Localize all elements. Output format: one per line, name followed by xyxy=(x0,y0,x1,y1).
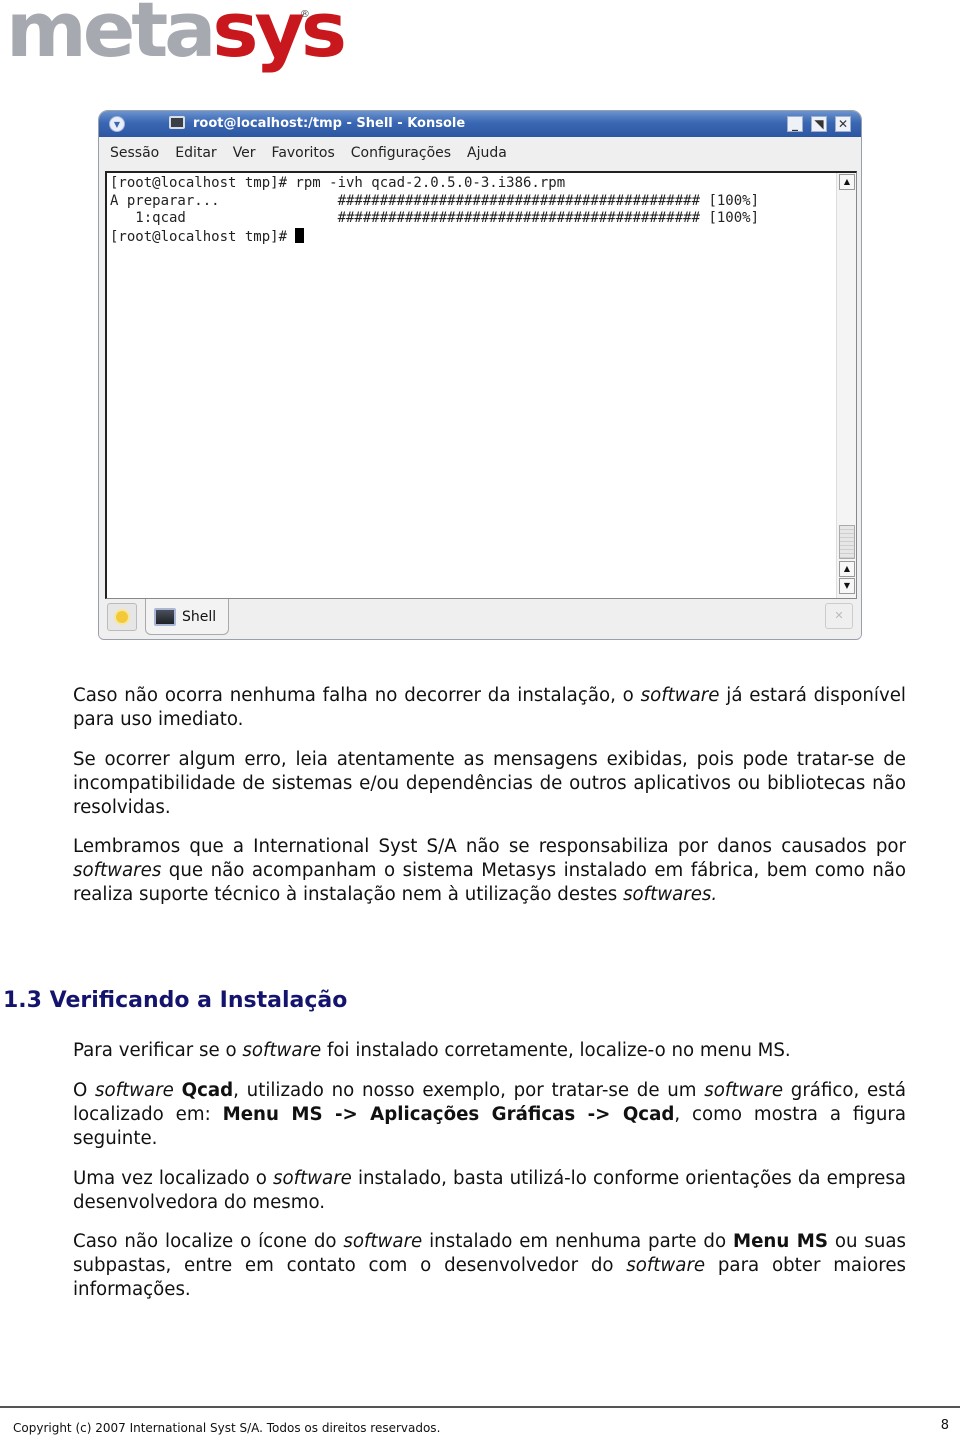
menu-ajuda[interactable]: Ajuda xyxy=(467,145,507,161)
terminal-app-icon xyxy=(169,116,185,129)
terminal-area[interactable]: [root@localhost tmp]# rpm -ivh qcad-2.0.… xyxy=(105,171,857,599)
text: Uma vez localizado o xyxy=(73,1168,274,1189)
paragraph-disclaimer: Lembramos que a International Syst S/A n… xyxy=(73,835,906,906)
copyright-text: Copyright (c) 2007 International Syst S/… xyxy=(13,1421,441,1435)
menu-configuracoes[interactable]: Configurações xyxy=(351,145,451,161)
konsole-window-screenshot: ▼ root@localhost:/tmp - Shell - Konsole … xyxy=(98,110,862,640)
italic-term: softwares. xyxy=(623,883,718,905)
metasys-logo: metasys ® xyxy=(6,0,347,68)
tab-bar: Shell ✕ xyxy=(99,599,861,639)
italic-term: software xyxy=(626,1254,706,1276)
scroll-thumb[interactable] xyxy=(839,525,855,559)
paragraph-location: O software Qcad, utilizado no nosso exem… xyxy=(73,1079,906,1150)
text: O xyxy=(73,1080,96,1101)
terminal-prompt: [root@localhost tmp]# xyxy=(110,228,296,245)
italic-term: softwares xyxy=(73,859,162,881)
scroll-up-arrow-icon[interactable]: ▲ xyxy=(839,174,855,190)
paragraph-contact: Caso não localize o ícone do software in… xyxy=(73,1230,906,1301)
vertical-scrollbar[interactable]: ▲ ▲ ▼ xyxy=(836,173,856,598)
menu-path: Menu MS -> Aplicações Gráficas -> Qcad xyxy=(222,1103,675,1125)
terminal-line: A preparar... ##########################… xyxy=(110,192,760,209)
menu-ver[interactable]: Ver xyxy=(233,145,256,161)
minimize-button[interactable]: _ xyxy=(787,116,803,132)
footer-divider xyxy=(0,1406,960,1408)
window-menu-icon[interactable]: ▼ xyxy=(109,116,125,132)
paragraph-error: Se ocorrer algum erro, leia atentamente … xyxy=(73,749,906,818)
text xyxy=(174,1080,182,1101)
italic-term: software xyxy=(343,1231,423,1252)
new-session-icon xyxy=(116,611,128,623)
bold-term: Menu MS xyxy=(732,1231,828,1252)
terminal-output: [root@localhost tmp]# rpm -ivh qcad-2.0.… xyxy=(110,175,759,246)
menu-sessao[interactable]: Sessão xyxy=(110,145,159,161)
italic-term: software xyxy=(273,1168,352,1189)
text: foi instalado corretamente, localize-o n… xyxy=(321,1040,791,1061)
italic-term: software xyxy=(640,685,720,706)
menu-favoritos[interactable]: Favoritos xyxy=(272,145,335,161)
scroll-down-button[interactable]: ▼ xyxy=(839,578,855,594)
page-number: 8 xyxy=(940,1418,949,1433)
new-session-button[interactable] xyxy=(107,603,137,631)
tab-label: Shell xyxy=(182,608,217,625)
text: Caso não ocorra nenhuma falha no decorre… xyxy=(73,685,641,706)
italic-term: software xyxy=(95,1080,174,1101)
text: Para verificar se o xyxy=(73,1040,243,1061)
menu-editar[interactable]: Editar xyxy=(175,145,216,161)
italic-term: software xyxy=(242,1040,322,1061)
text-cursor xyxy=(295,227,305,243)
italic-term: software xyxy=(704,1080,784,1101)
registered-mark: ® xyxy=(299,9,310,20)
text: , utilizado no nosso exemplo, por tratar… xyxy=(233,1080,705,1101)
terminal-line: 1:qcad #################################… xyxy=(110,210,760,226)
section-heading: 1.3 Verificando a Instalação xyxy=(3,988,348,1013)
paragraph-success: Caso não ocorra nenhuma falha no decorre… xyxy=(73,684,906,732)
text: Caso não localize o ícone do xyxy=(73,1231,344,1252)
title-bar: ▼ root@localhost:/tmp - Shell - Konsole … xyxy=(99,111,861,137)
text: que não acompanham o sistema Metasys ins… xyxy=(73,859,906,905)
text: instalado em nenhuma parte do xyxy=(422,1231,733,1252)
terminal-icon xyxy=(154,607,176,626)
paragraph-verify: Para verificar se o software foi instala… xyxy=(73,1039,906,1063)
text: Lembramos que a International Syst S/A n… xyxy=(73,836,906,857)
close-session-button[interactable]: ✕ xyxy=(825,603,853,629)
menu-bar: Sessão Editar Ver Favoritos Configuraçõe… xyxy=(99,137,861,169)
paragraph-usage: Uma vez localizado o software instalado,… xyxy=(73,1167,906,1215)
scroll-up-button[interactable]: ▲ xyxy=(839,561,855,577)
tab-shell[interactable]: Shell xyxy=(145,599,229,635)
logo-meta: meta xyxy=(6,0,216,74)
maximize-button[interactable]: ◥ xyxy=(811,116,827,132)
window-title: root@localhost:/tmp - Shell - Konsole xyxy=(193,116,466,131)
terminal-prompt-line: [root@localhost tmp]# xyxy=(110,227,759,247)
bold-term: Qcad xyxy=(181,1080,234,1101)
terminal-line: [root@localhost tmp]# rpm -ivh qcad-2.0.… xyxy=(110,175,566,191)
close-button[interactable]: ✕ xyxy=(835,116,851,132)
logo-sys: sys xyxy=(212,0,347,74)
